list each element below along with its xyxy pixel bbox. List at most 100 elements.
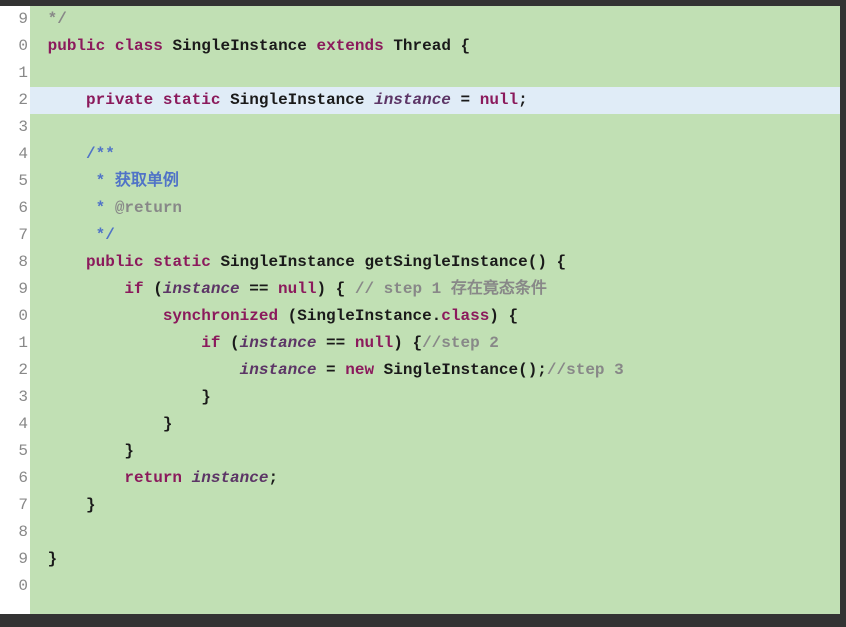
- code-line[interactable]: /**: [30, 141, 840, 168]
- keyword-extends: extends: [316, 37, 383, 55]
- line-number: 8⊖: [0, 249, 30, 276]
- comment-step3: //step 3: [547, 361, 624, 379]
- keyword-private: private: [86, 91, 153, 109]
- line-number: 0: [0, 33, 30, 60]
- paren-brace: () {: [528, 253, 566, 271]
- code-line[interactable]: * @return: [30, 195, 840, 222]
- indent: [38, 37, 48, 55]
- semicolon: ;: [268, 469, 278, 487]
- code-line[interactable]: */: [30, 222, 840, 249]
- method-name: getSingleInstance: [364, 253, 527, 271]
- keyword-public: public: [48, 37, 106, 55]
- keyword-static: static: [153, 253, 211, 271]
- brace-close: }: [86, 496, 96, 514]
- space: [182, 469, 192, 487]
- javadoc-star: *: [96, 199, 115, 217]
- code-line[interactable]: public static SingleInstance getSingleIn…: [30, 249, 840, 276]
- indent: [38, 361, 240, 379]
- brace-close: }: [48, 550, 58, 568]
- type: SingleInstance: [230, 91, 364, 109]
- code-line-current[interactable]: private static SingleInstance instance =…: [30, 87, 840, 114]
- indent: [38, 10, 48, 28]
- code-line[interactable]: if (instance == null) {//step 2: [30, 330, 840, 357]
- keyword-null: null: [480, 91, 518, 109]
- code-line[interactable]: synchronized (SingleInstance.class) {: [30, 303, 840, 330]
- indent: [38, 145, 86, 163]
- line-number: 3: [0, 384, 30, 411]
- indent: [38, 91, 86, 109]
- line-number: 2: [0, 357, 30, 384]
- indent: [38, 550, 48, 568]
- line-number: 5: [0, 168, 30, 195]
- constructor: SingleInstance();: [374, 361, 547, 379]
- code-line[interactable]: [30, 519, 840, 546]
- keyword-new: new: [345, 361, 374, 379]
- keyword-if: if: [124, 280, 143, 298]
- code-line[interactable]: public class SingleInstance extends Thre…: [30, 33, 840, 60]
- line-number: 1: [0, 60, 30, 87]
- code-line[interactable]: }: [30, 411, 840, 438]
- op-eq: ==: [316, 334, 354, 352]
- javadoc-text: * 获取单例: [96, 172, 179, 190]
- brace-close: }: [201, 388, 211, 406]
- code-line[interactable]: return instance;: [30, 465, 840, 492]
- code-editor[interactable]: 901234⊖5678⊖901234567890 */ public class…: [0, 6, 840, 614]
- code-line[interactable]: * 获取单例: [30, 168, 840, 195]
- line-number: 7: [0, 492, 30, 519]
- paren-close: ) {: [393, 334, 422, 352]
- code-line[interactable]: }: [30, 546, 840, 573]
- brace-close: }: [124, 442, 134, 460]
- field-instance: instance: [240, 334, 317, 352]
- line-number: 5: [0, 438, 30, 465]
- brace: {: [451, 37, 470, 55]
- field-instance: instance: [192, 469, 269, 487]
- indent: [38, 496, 86, 514]
- semicolon: ;: [518, 91, 528, 109]
- code-line[interactable]: }: [30, 492, 840, 519]
- line-number: [0, 600, 30, 627]
- code-line[interactable]: */: [30, 6, 840, 33]
- line-number: 0: [0, 303, 30, 330]
- paren-open: (: [144, 280, 163, 298]
- code-area[interactable]: */ public class SingleInstance extends T…: [30, 6, 840, 614]
- code-line[interactable]: [30, 60, 840, 87]
- javadoc-start: /**: [86, 145, 115, 163]
- field-instance: instance: [163, 280, 240, 298]
- paren-open: (SingleInstance.: [278, 307, 441, 325]
- keyword-static: static: [163, 91, 221, 109]
- keyword-class: class: [441, 307, 489, 325]
- indent: [38, 334, 201, 352]
- code-line[interactable]: }: [30, 384, 840, 411]
- indent: [38, 442, 124, 460]
- line-number: 4: [0, 411, 30, 438]
- indent: [38, 388, 201, 406]
- keyword-synchronized: synchronized: [163, 307, 278, 325]
- line-number: 6: [0, 195, 30, 222]
- line-number: 9: [0, 546, 30, 573]
- line-number: 9: [0, 276, 30, 303]
- comment-end: */: [48, 10, 67, 28]
- indent: [38, 172, 96, 190]
- paren-close: ) {: [489, 307, 518, 325]
- indent: [38, 199, 96, 217]
- class-name: SingleInstance: [172, 37, 306, 55]
- keyword-class: class: [115, 37, 163, 55]
- line-number: 8: [0, 519, 30, 546]
- indent: [38, 226, 96, 244]
- line-number: 1: [0, 330, 30, 357]
- line-number: 2: [0, 87, 30, 114]
- paren-open: (: [220, 334, 239, 352]
- code-line[interactable]: if (instance == null) { // step 1 存在竟态条件: [30, 276, 840, 303]
- code-line[interactable]: instance = new SingleInstance();//step 3: [30, 357, 840, 384]
- paren-close: ) {: [316, 280, 354, 298]
- code-line[interactable]: [30, 600, 840, 627]
- code-line[interactable]: }: [30, 438, 840, 465]
- field-instance: instance: [374, 91, 451, 109]
- brace-close: }: [163, 415, 173, 433]
- indent: [38, 280, 124, 298]
- line-number: 0: [0, 573, 30, 600]
- code-line[interactable]: [30, 114, 840, 141]
- line-number: 3: [0, 114, 30, 141]
- javadoc-tag-return: @return: [115, 199, 182, 217]
- code-line[interactable]: [30, 573, 840, 600]
